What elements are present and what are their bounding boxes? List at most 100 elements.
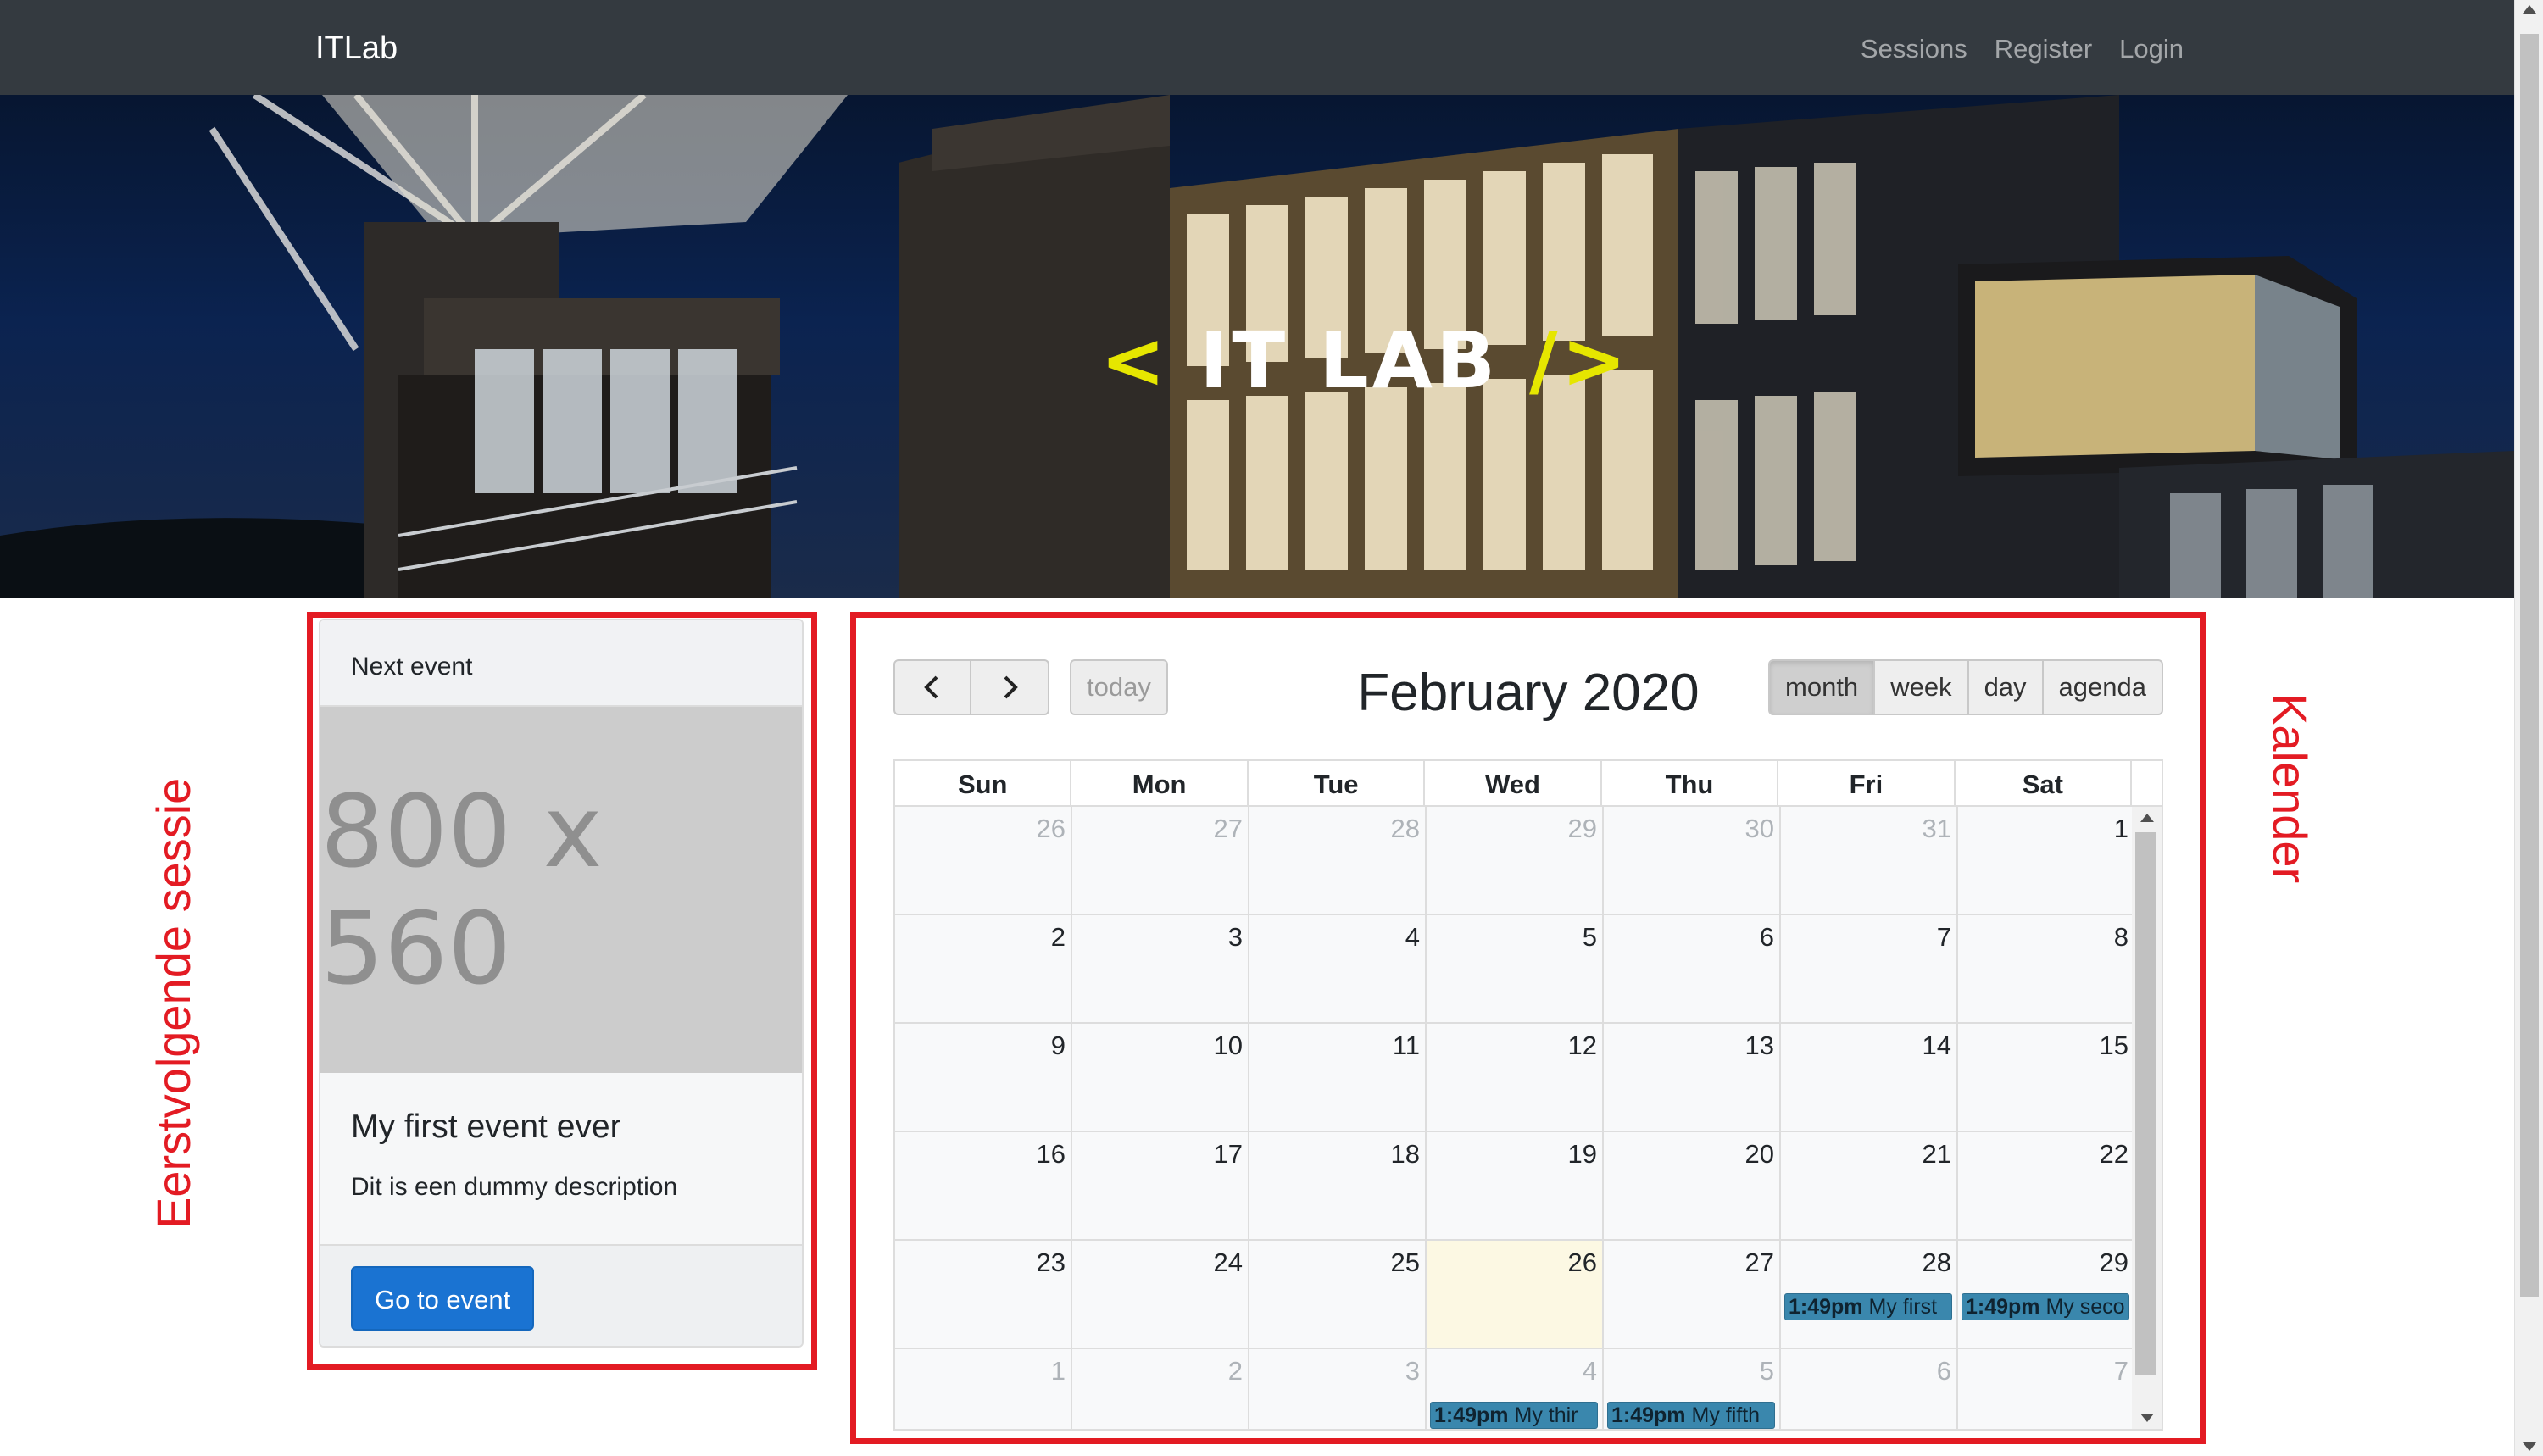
nav-links: Sessions Register Login [1861, 34, 2184, 64]
calendar-day-cell[interactable]: 23 [895, 1241, 1072, 1348]
day-number: 6 [1936, 1356, 1951, 1386]
itlab-logo: < IT LAB /> [1100, 315, 1630, 406]
day-number: 26 [1567, 1248, 1597, 1277]
calendar-day-cell[interactable]: 27 [1604, 1241, 1781, 1348]
calendar-body: 26 27 28 29 30 31 1 2 3 4 5 6 7 8 9 10 11 12 13 14 15 16 17 18 1… [895, 807, 2162, 1429]
day-number: 12 [1567, 1031, 1597, 1060]
calendar-day-cell[interactable]: 6 [1604, 915, 1781, 1022]
annotation-label-next-session: Eerstvolgende sessie [147, 777, 200, 1229]
nav-link-login[interactable]: Login [2119, 34, 2184, 64]
calendar-event[interactable]: 1:49pm My first [1784, 1293, 1952, 1320]
weekday-header: Sun Mon Tue Wed Thu Fri Sat [895, 761, 2162, 807]
calendar-day-cell[interactable]: 7 [1781, 915, 1958, 1022]
day-number: 5 [1759, 1356, 1774, 1386]
view-month-button[interactable]: month [1768, 659, 1876, 715]
day-number: 15 [2099, 1031, 2128, 1060]
day-number: 13 [1744, 1031, 1774, 1060]
calendar-day-cell[interactable]: 11 [1249, 1024, 1427, 1131]
calendar-day-cell[interactable]: 30 [1604, 807, 1781, 914]
calendar-day-cell[interactable]: 27 [1072, 807, 1249, 914]
calendar-day-cell[interactable]: 20 [1604, 1132, 1781, 1239]
day-number: 19 [1567, 1139, 1597, 1169]
calendar-day-cell[interactable]: 5 1:49pm My fifth [1604, 1349, 1781, 1429]
calendar-nav-group [893, 659, 1049, 715]
weekday-wed: Wed [1425, 761, 1602, 805]
calendar-day-cell[interactable]: 14 [1781, 1024, 1958, 1131]
day-number: 14 [1922, 1031, 1951, 1060]
calendar-day-cell[interactable]: 17 [1072, 1132, 1249, 1239]
calendar-day-cell[interactable]: 15 [1958, 1024, 2135, 1131]
view-day-button[interactable]: day [1968, 659, 2044, 715]
calendar-day-today[interactable]: 26 [1427, 1241, 1604, 1348]
calendar-day-cell[interactable]: 29 [1427, 807, 1604, 914]
day-number: 7 [2113, 1356, 2128, 1386]
calendar-day-cell[interactable]: 19 [1427, 1132, 1604, 1239]
today-button[interactable]: today [1070, 659, 1168, 715]
day-number: 5 [1582, 922, 1597, 952]
calendar-day-cell[interactable]: 13 [1604, 1024, 1781, 1131]
calendar-day-cell[interactable]: 7 [1958, 1349, 2135, 1429]
nav-link-sessions[interactable]: Sessions [1861, 34, 1967, 64]
calendar-day-cell[interactable]: 9 [895, 1024, 1072, 1131]
calendar-day-cell[interactable]: 4 [1249, 915, 1427, 1022]
calendar-day-cell[interactable]: 1 [1958, 807, 2135, 914]
event-title: My fifth [1691, 1403, 1761, 1427]
weekday-tue: Tue [1249, 761, 1426, 805]
view-agenda-button[interactable]: agenda [2043, 659, 2163, 715]
calendar-day-cell[interactable]: 8 [1958, 915, 2135, 1022]
day-number: 26 [1036, 814, 1066, 843]
day-number: 18 [1390, 1139, 1420, 1169]
calendar-day-cell[interactable]: 5 [1427, 915, 1604, 1022]
go-to-event-button[interactable]: Go to event [351, 1266, 535, 1331]
calendar-day-cell[interactable]: 10 [1072, 1024, 1249, 1131]
day-number: 22 [2099, 1139, 2128, 1169]
view-week-button[interactable]: week [1875, 659, 1969, 715]
brand-link[interactable]: ITLab [315, 31, 398, 67]
calendar-day-cell[interactable]: 31 [1781, 807, 1958, 914]
day-number: 24 [1213, 1248, 1243, 1277]
calendar-day-cell[interactable]: 2 [1072, 1349, 1249, 1429]
day-number: 10 [1213, 1031, 1243, 1060]
calendar-day-cell[interactable]: 12 [1427, 1024, 1604, 1131]
nav-link-register[interactable]: Register [1995, 34, 2092, 64]
day-number: 31 [1922, 814, 1951, 843]
calendar-day-cell[interactable]: 3 [1249, 1349, 1427, 1429]
today-group: today [1070, 659, 1168, 715]
day-number: 8 [2113, 922, 2128, 952]
calendar-day-cell[interactable]: 28 1:49pm My first [1781, 1241, 1958, 1348]
event-title: My thir [1514, 1403, 1578, 1427]
day-number: 30 [1744, 814, 1774, 843]
calendar-week-row: 9 10 11 12 13 14 15 [895, 1024, 2162, 1132]
calendar-event[interactable]: 1:49pm My thir [1430, 1402, 1598, 1429]
navbar: ITLab Sessions Register Login [0, 0, 2514, 95]
next-month-button[interactable] [971, 659, 1049, 715]
calendar-day-cell[interactable]: 26 [895, 807, 1072, 914]
page-scrollbar[interactable] [2514, 0, 2543, 1456]
calendar-scrollbar[interactable] [2132, 807, 2162, 1429]
calendar-day-cell[interactable]: 24 [1072, 1241, 1249, 1348]
event-title: My seco [2045, 1295, 2125, 1319]
calendar-weeks: 26 27 28 29 30 31 1 2 3 4 5 6 7 8 9 10 11 12 13 14 15 16 17 18 1… [895, 807, 2162, 1429]
event-time: 1:49pm [1611, 1403, 1686, 1427]
prev-month-button[interactable] [893, 659, 971, 715]
calendar-week-row: 26 27 28 29 30 31 1 [895, 807, 2162, 915]
day-number: 25 [1390, 1248, 1420, 1277]
calendar-day-cell[interactable]: 1 [895, 1349, 1072, 1429]
calendar-event[interactable]: 1:49pm My seco [1962, 1293, 2129, 1320]
event-time: 1:49pm [1966, 1295, 2040, 1319]
calendar-day-cell[interactable]: 25 [1249, 1241, 1427, 1348]
calendar-day-cell[interactable]: 4 1:49pm My thir [1427, 1349, 1604, 1429]
calendar-event[interactable]: 1:49pm My fifth [1607, 1402, 1775, 1429]
calendar-day-cell[interactable]: 21 [1781, 1132, 1958, 1239]
calendar-day-cell[interactable]: 29 1:49pm My seco [1958, 1241, 2135, 1348]
calendar-day-cell[interactable]: 18 [1249, 1132, 1427, 1239]
card-footer: Go to event [320, 1244, 802, 1346]
calendar-day-cell[interactable]: 28 [1249, 807, 1427, 914]
calendar-day-cell[interactable]: 3 [1072, 915, 1249, 1022]
calendar-day-cell[interactable]: 16 [895, 1132, 1072, 1239]
calendar-day-cell[interactable]: 6 [1781, 1349, 1958, 1429]
day-number: 29 [2099, 1248, 2128, 1277]
day-number: 16 [1036, 1139, 1066, 1169]
calendar-day-cell[interactable]: 2 [895, 915, 1072, 1022]
calendar-day-cell[interactable]: 22 [1958, 1132, 2135, 1239]
